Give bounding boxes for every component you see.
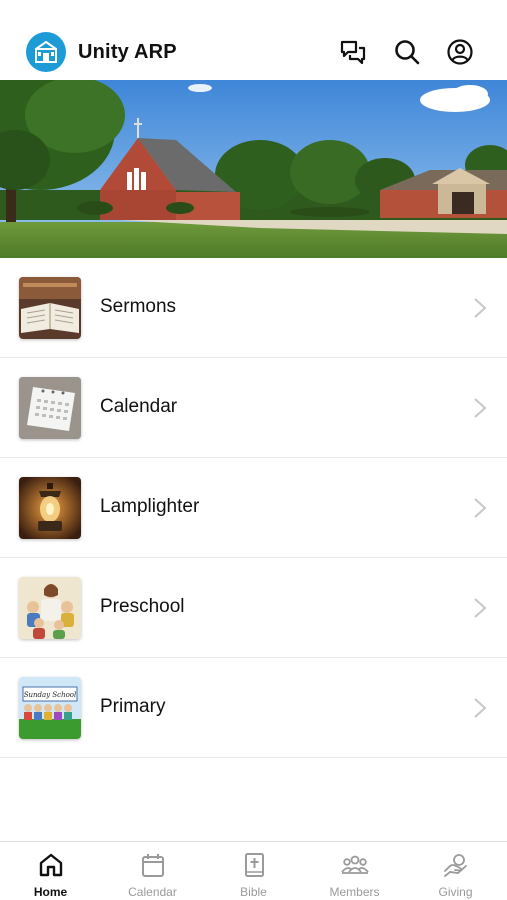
chat-bubbles-icon[interactable] (338, 37, 368, 67)
list-item-sermons[interactable]: Sermons (0, 258, 507, 358)
calendar-thumbnail (19, 377, 81, 439)
tab-members[interactable]: Members (304, 842, 405, 900)
tab-giving[interactable]: Giving (405, 842, 506, 900)
tab-label: Home (33, 885, 68, 899)
content-list: Sermons Calendar Lamplighter Preschool S… (0, 258, 507, 758)
list-item-primary[interactable]: Sunday School Primary (0, 658, 507, 758)
search-icon[interactable] (392, 37, 422, 67)
calendar-icon (141, 854, 164, 877)
members-icon (340, 855, 369, 874)
list-item-label: Calendar (100, 396, 178, 417)
church-logo (26, 32, 66, 72)
list-item-calendar[interactable]: Calendar (0, 358, 507, 458)
list-item-preschool[interactable]: Preschool (0, 558, 507, 658)
tab-home[interactable]: Home (0, 842, 101, 900)
tab-bible[interactable]: Bible (203, 842, 304, 900)
tab-label: Members (329, 885, 380, 899)
app-header: Unity ARP (0, 0, 507, 80)
children-thumbnail (19, 577, 81, 639)
list-item-label: Sermons (100, 296, 177, 317)
church-hero-image (0, 80, 507, 258)
list-item-label: Lamplighter (100, 496, 200, 517)
chevron-right-icon (474, 498, 487, 518)
sunday-school-text: Sunday School (24, 691, 77, 699)
tab-calendar[interactable]: Calendar (102, 842, 203, 900)
chevron-right-icon (474, 598, 487, 618)
chevron-right-icon (474, 698, 487, 718)
chevron-right-icon (474, 398, 487, 418)
tab-label: Calendar (128, 885, 177, 899)
sunday-school-thumbnail: Sunday School (19, 677, 81, 739)
tab-label: Bible (240, 885, 267, 899)
list-item-lamplighter[interactable]: Lamplighter (0, 458, 507, 558)
list-item-label: Primary (100, 696, 166, 717)
bible-icon (244, 853, 264, 877)
lantern-thumbnail (19, 477, 81, 539)
bottom-tab-bar: Home Calendar Bible Members Giving (0, 841, 507, 900)
list-item-label: Preschool (100, 596, 185, 617)
home-icon (39, 853, 62, 877)
tab-label: Giving (438, 885, 473, 899)
profile-icon[interactable] (445, 37, 475, 67)
chevron-right-icon (474, 298, 487, 318)
app-title: Unity ARP (78, 41, 177, 63)
open-bible-thumbnail (19, 277, 81, 339)
giving-icon (443, 854, 467, 877)
